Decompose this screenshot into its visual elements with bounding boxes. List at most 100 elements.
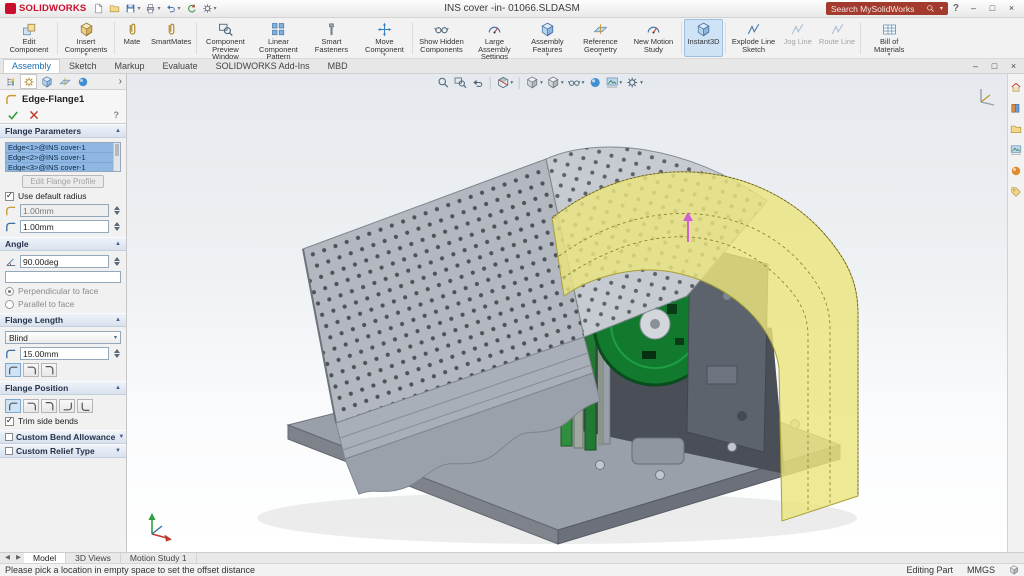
tab-sketch[interactable]: Sketch: [60, 59, 106, 73]
section-view-button[interactable]: ▾: [496, 76, 513, 89]
spinner-up-icon[interactable]: [114, 257, 120, 261]
save-button[interactable]: ▾: [123, 1, 142, 16]
tab-markup[interactable]: Markup: [106, 59, 154, 73]
outer-virtual-sharp-button[interactable]: [5, 363, 21, 377]
3d-viewport[interactable]: ▾ ▾ ▾ ▾ ▾ ▾: [127, 74, 1024, 552]
group-header-custom-relief-type[interactable]: Custom Relief Type ▼: [0, 444, 126, 458]
flange-length-input[interactable]: 15.00mm: [20, 347, 109, 360]
ribbon-button-mate[interactable]: Mate: [117, 19, 147, 57]
material-outside-button[interactable]: [23, 399, 39, 413]
tab-model[interactable]: Model: [24, 553, 66, 563]
ribbon-button-insert-components[interactable]: Insert Components▾: [60, 19, 112, 57]
material-inside-button[interactable]: [5, 399, 21, 413]
custom-bend-allowance-checkbox[interactable]: [5, 433, 13, 441]
custom-properties-button[interactable]: [1010, 186, 1022, 198]
custom-relief-type-checkbox[interactable]: [5, 447, 13, 455]
panel-expand-button[interactable]: ›: [119, 76, 124, 87]
spinner-down-icon[interactable]: [114, 211, 120, 215]
zoom-to-area-button[interactable]: [453, 76, 466, 89]
undo-button[interactable]: ▾: [163, 1, 182, 16]
ribbon-button-component-preview-window[interactable]: Component Preview Window: [199, 19, 251, 57]
edit-flange-profile-button[interactable]: Edit Flange Profile: [22, 175, 103, 188]
previous-view-button[interactable]: [470, 76, 483, 89]
spinner-up-icon[interactable]: [114, 206, 120, 210]
open-document-button[interactable]: [107, 1, 122, 16]
propertymanager-tab[interactable]: [20, 74, 37, 89]
use-default-radius-checkbox[interactable]: ✓ Use default radius: [5, 191, 121, 201]
bend-radius-input[interactable]: 1.00mm: [20, 204, 109, 217]
zoom-to-fit-button[interactable]: [436, 76, 449, 89]
tab-motion-study-1[interactable]: Motion Study 1: [121, 553, 197, 563]
tab-3d-views[interactable]: 3D Views: [66, 553, 121, 563]
ribbon-button-instant3d[interactable]: Instant3D: [684, 19, 722, 57]
ribbon-button-assembly-features[interactable]: Assembly Features▾: [521, 19, 573, 57]
view-settings-button[interactable]: ▾: [626, 76, 643, 89]
spinner-down-icon[interactable]: [114, 227, 120, 231]
perpendicular-to-face-radio[interactable]: Perpendicular to face: [5, 286, 121, 296]
edge-list-item[interactable]: Edge<1>@INS cover-1: [6, 143, 113, 153]
spinner-down-icon[interactable]: [114, 262, 120, 266]
appearances-scenes-button[interactable]: [1010, 165, 1022, 177]
dimxpertmanager-tab[interactable]: [56, 74, 73, 89]
ribbon-button-bill-of-materials[interactable]: Bill of Materials▾: [863, 19, 915, 57]
ribbon-button-new-motion-study[interactable]: New Motion Study: [627, 19, 679, 57]
spinner-down-icon[interactable]: [114, 354, 120, 358]
ribbon-button-route-line[interactable]: Route Line: [816, 19, 858, 57]
parallel-to-face-radio[interactable]: Parallel to face: [5, 299, 121, 309]
flange-length-spinner[interactable]: [112, 347, 121, 360]
doc-restore-button[interactable]: □: [986, 60, 1003, 73]
group-header-flange-position[interactable]: Flange Position ▲: [0, 381, 126, 395]
tab-scroll-left-button[interactable]: ◀: [2, 553, 13, 563]
tab-assembly[interactable]: Assembly: [3, 59, 60, 73]
search-input[interactable]: Search MySolidWorks ▾: [826, 2, 948, 15]
edit-appearance-button[interactable]: [588, 76, 601, 89]
ribbon-button-move-component[interactable]: Move Component▾: [358, 19, 410, 57]
flange-angle-input[interactable]: 90.00deg: [20, 255, 109, 268]
edge-list-item[interactable]: Edge<3>@INS cover-1: [6, 163, 113, 172]
minimize-button[interactable]: –: [964, 1, 983, 16]
displaymanager-tab[interactable]: [74, 74, 91, 89]
tab-mbd[interactable]: MBD: [319, 59, 357, 73]
group-header-custom-bend-allowance[interactable]: Custom Bend Allowance ▼: [0, 430, 126, 444]
maximize-button[interactable]: □: [983, 1, 1002, 16]
doc-minimize-button[interactable]: –: [967, 60, 984, 73]
bend-outside-button[interactable]: [41, 399, 57, 413]
display-style-button[interactable]: ▾: [547, 76, 564, 89]
apply-scene-button[interactable]: ▾: [605, 76, 622, 89]
cancel-button[interactable]: [28, 109, 40, 121]
ribbon-button-show-hidden-components[interactable]: Show Hidden Components: [415, 19, 467, 57]
group-header-angle[interactable]: Angle ▲: [0, 237, 126, 251]
ribbon-button-reference-geometry[interactable]: Reference Geometry▾: [574, 19, 626, 57]
file-explorer-button[interactable]: [1010, 123, 1022, 135]
featuremanager-tree-tab[interactable]: [2, 74, 19, 89]
view-palette-button[interactable]: [1010, 144, 1022, 156]
help-button[interactable]: ?: [953, 3, 959, 14]
tangent-bend-button[interactable]: [41, 363, 57, 377]
new-document-button[interactable]: [91, 1, 106, 16]
solidworks-resources-button[interactable]: [1010, 81, 1022, 93]
doc-close-button[interactable]: ×: [1005, 60, 1022, 73]
ribbon-button-linear-component-pattern[interactable]: Linear Component Pattern▾: [252, 19, 304, 57]
ok-button[interactable]: [7, 109, 19, 121]
print-button[interactable]: ▾: [143, 1, 162, 16]
ribbon-button-edit-component[interactable]: Edit Component: [3, 19, 55, 57]
gap-distance-input[interactable]: 1.00mm: [20, 220, 109, 233]
units-label[interactable]: MMGS: [967, 565, 995, 575]
flange-angle-spinner[interactable]: [112, 255, 121, 268]
view-orientation-button[interactable]: ▾: [526, 76, 543, 89]
tab-evaluate[interactable]: Evaluate: [154, 59, 207, 73]
end-condition-select[interactable]: Blind ▾: [5, 331, 121, 344]
edge-list-item[interactable]: Edge<2>@INS cover-1: [6, 153, 113, 163]
trim-side-bends-checkbox[interactable]: ✓ Trim side bends: [5, 416, 121, 426]
tab-solidworks-add-ins[interactable]: SOLIDWORKS Add-Ins: [207, 59, 319, 73]
rebuild-button[interactable]: [184, 1, 199, 16]
pm-help-button[interactable]: ?: [114, 110, 120, 120]
ribbon-button-smartmates[interactable]: SmartMates: [148, 19, 194, 57]
list-scrollbar[interactable]: [113, 143, 120, 171]
gap-distance-spinner[interactable]: [112, 220, 121, 233]
ribbon-button-jog-line[interactable]: Jog Line: [781, 19, 815, 57]
hide-show-items-button[interactable]: ▾: [568, 76, 585, 89]
angle-reference-face-box[interactable]: [5, 271, 121, 283]
tab-scroll-right-button[interactable]: ▶: [13, 553, 24, 563]
bend-from-virtual-sharp-button[interactable]: [59, 399, 75, 413]
